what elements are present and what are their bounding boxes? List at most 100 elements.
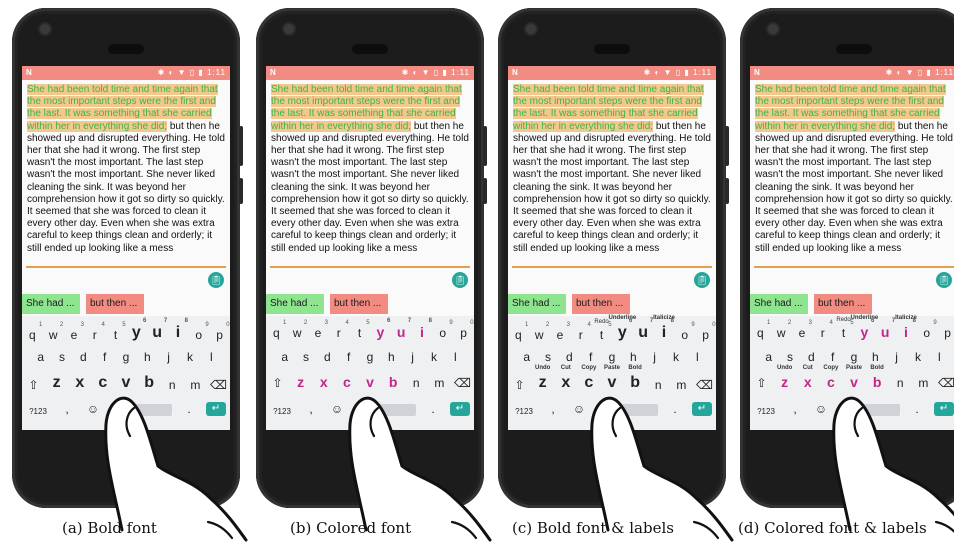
key-i[interactable]: Italicize i 8 bbox=[653, 315, 675, 342]
key-o[interactable]: o9 bbox=[434, 320, 452, 340]
key-f[interactable]: f bbox=[582, 350, 600, 364]
key-p[interactable]: p0 bbox=[939, 326, 954, 340]
key-u[interactable]: u7 bbox=[876, 318, 895, 340]
key-a[interactable]: a bbox=[276, 350, 294, 364]
key-x[interactable]: Cut x bbox=[557, 365, 575, 392]
key-f[interactable]: f bbox=[824, 350, 842, 364]
comma-key[interactable]: , bbox=[786, 402, 804, 416]
key-d[interactable]: d bbox=[74, 350, 92, 364]
key-i[interactable]: i8 bbox=[413, 318, 432, 340]
key-x[interactable]: x bbox=[315, 374, 333, 390]
chip-second[interactable]: but then ... bbox=[572, 294, 630, 314]
key-w[interactable]: w2 bbox=[530, 322, 549, 342]
shift-icon[interactable]: ⇧ bbox=[753, 376, 771, 390]
key-t[interactable]: t5 bbox=[351, 320, 370, 340]
unselected-text[interactable]: but then he showed up and disrupted ever… bbox=[513, 121, 711, 254]
unselected-text[interactable]: but then he showed up and disrupted ever… bbox=[27, 121, 225, 254]
clipboard-icon[interactable]: 📋︎ bbox=[208, 272, 224, 288]
key-e[interactable]: e3 bbox=[65, 322, 84, 342]
key-k[interactable]: k bbox=[909, 350, 927, 364]
key-z[interactable]: z bbox=[48, 374, 66, 392]
key-s[interactable]: s bbox=[297, 350, 315, 364]
key-q[interactable]: q1 bbox=[267, 320, 286, 340]
key-k[interactable]: k bbox=[181, 350, 199, 364]
key-i[interactable]: Italicize i 8 bbox=[895, 315, 917, 340]
key-l[interactable]: l bbox=[688, 350, 706, 364]
key-g[interactable]: g bbox=[845, 350, 863, 364]
chip-first[interactable]: She had ... bbox=[266, 294, 324, 314]
unselected-text[interactable]: but then he showed up and disrupted ever… bbox=[271, 121, 469, 254]
key-r[interactable]: r4 bbox=[330, 320, 349, 340]
key-h[interactable]: h bbox=[866, 350, 884, 364]
key-q[interactable]: q1 bbox=[509, 322, 528, 342]
key-j[interactable]: j bbox=[888, 350, 906, 364]
chip-first[interactable]: She had ... bbox=[508, 294, 566, 314]
key-g[interactable]: g bbox=[117, 350, 135, 364]
symbols-key[interactable]: ?123 bbox=[512, 407, 536, 416]
key-y[interactable]: y6 bbox=[127, 318, 146, 342]
text-editor[interactable]: She had been told time and time again th… bbox=[508, 80, 716, 264]
key-w[interactable]: w2 bbox=[772, 320, 791, 340]
symbols-key[interactable]: ?123 bbox=[270, 407, 294, 416]
key-s[interactable]: s bbox=[539, 350, 557, 364]
comma-key[interactable]: , bbox=[302, 402, 320, 416]
key-t[interactable]: Redo t 5 bbox=[593, 319, 611, 342]
text-editor[interactable]: She had been told time and time again th… bbox=[22, 80, 230, 264]
key-y[interactable]: y6 bbox=[371, 318, 390, 340]
key-f[interactable]: f bbox=[340, 350, 358, 364]
key-j[interactable]: j bbox=[404, 350, 422, 364]
key-p[interactable]: p0 bbox=[211, 322, 229, 342]
key-t[interactable]: t5 bbox=[107, 322, 126, 342]
key-x[interactable]: Cut x bbox=[799, 365, 817, 390]
key-d[interactable]: d bbox=[318, 350, 336, 364]
key-l[interactable]: l bbox=[446, 350, 464, 364]
key-k[interactable]: k bbox=[667, 350, 685, 364]
key-l[interactable]: l bbox=[202, 350, 220, 364]
chip-first[interactable]: She had ... bbox=[750, 294, 808, 314]
chip-second[interactable]: but then ... bbox=[814, 294, 872, 314]
key-r[interactable]: r4 bbox=[814, 320, 833, 340]
clipboard-icon[interactable]: 📋︎ bbox=[936, 272, 952, 288]
key-s[interactable]: s bbox=[781, 350, 799, 364]
key-g[interactable]: g bbox=[603, 350, 621, 364]
shift-icon[interactable]: ⇧ bbox=[511, 378, 529, 392]
key-a[interactable]: a bbox=[32, 350, 50, 364]
key-w[interactable]: w2 bbox=[44, 322, 63, 342]
key-l[interactable]: l bbox=[930, 350, 948, 364]
key-h[interactable]: h bbox=[382, 350, 400, 364]
key-x[interactable]: x bbox=[71, 374, 89, 392]
key-a[interactable]: a bbox=[518, 350, 536, 364]
key-e[interactable]: e3 bbox=[551, 322, 570, 342]
clipboard-icon[interactable]: 📋︎ bbox=[452, 272, 468, 288]
symbols-key[interactable]: ?123 bbox=[754, 407, 778, 416]
key-h[interactable]: h bbox=[624, 350, 642, 364]
chip-first[interactable]: She had ... bbox=[22, 294, 80, 314]
text-editor[interactable]: She had been told time and time again th… bbox=[750, 80, 954, 264]
key-y[interactable]: Underline y 6 bbox=[609, 315, 637, 342]
key-w[interactable]: w2 bbox=[288, 320, 307, 340]
key-u[interactable]: u7 bbox=[392, 318, 411, 340]
text-editor[interactable]: She had been told time and time again th… bbox=[266, 80, 474, 264]
key-o[interactable]: o9 bbox=[676, 322, 694, 342]
key-a[interactable]: a bbox=[760, 350, 778, 364]
key-h[interactable]: h bbox=[138, 350, 156, 364]
key-r[interactable]: r4 bbox=[572, 322, 591, 342]
key-f[interactable]: f bbox=[96, 350, 114, 364]
shift-icon[interactable]: ⇧ bbox=[25, 378, 43, 392]
key-i[interactable]: i8 bbox=[169, 318, 188, 342]
key-y[interactable]: Underline y 6 bbox=[851, 315, 879, 340]
key-k[interactable]: k bbox=[425, 350, 443, 364]
chip-second[interactable]: but then ... bbox=[330, 294, 388, 314]
key-r[interactable]: r4 bbox=[86, 322, 105, 342]
key-j[interactable]: j bbox=[646, 350, 664, 364]
clipboard-icon[interactable]: 📋︎ bbox=[694, 272, 710, 288]
key-u[interactable]: u7 bbox=[634, 318, 653, 342]
key-q[interactable]: q1 bbox=[751, 320, 770, 340]
key-e[interactable]: e3 bbox=[309, 320, 328, 340]
symbols-key[interactable]: ?123 bbox=[26, 407, 50, 416]
key-u[interactable]: u7 bbox=[148, 318, 167, 342]
key-s[interactable]: s bbox=[53, 350, 71, 364]
key-d[interactable]: d bbox=[802, 350, 820, 364]
comma-key[interactable]: , bbox=[58, 402, 76, 416]
key-e[interactable]: e3 bbox=[793, 320, 812, 340]
